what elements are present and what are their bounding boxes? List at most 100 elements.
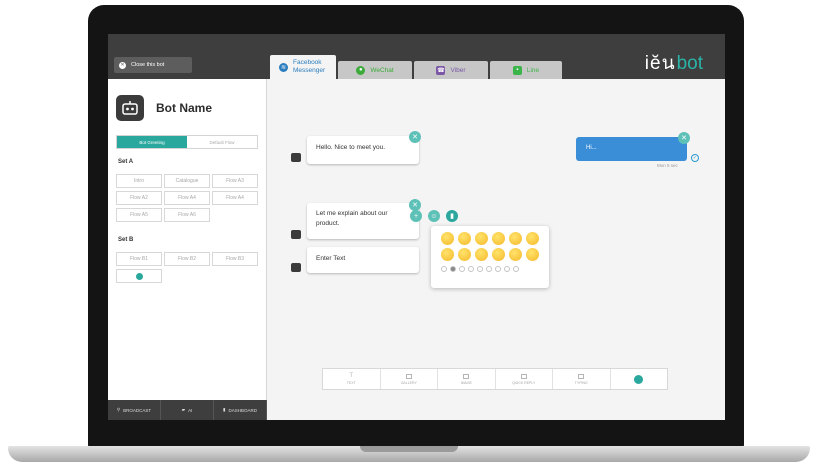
- messenger-icon: ≋: [279, 62, 288, 72]
- flow-button[interactable]: Flow A3: [212, 174, 258, 188]
- plus-icon: [135, 272, 143, 280]
- input-placeholder: Enter Text: [316, 255, 346, 262]
- emoji-joy-icon[interactable]: [492, 232, 505, 245]
- sidebar-bottom-nav: ⚲ BROADCAST ▰ AI ▮ DASHBOARD: [108, 400, 267, 420]
- nav-label: DASHBOARD: [228, 407, 257, 413]
- clock-icon[interactable]: [441, 266, 447, 272]
- tab-wechat[interactable]: ● WeChat: [338, 61, 412, 79]
- emoji-sunglasses-icon[interactable]: [526, 248, 539, 261]
- bot-message-bubble[interactable]: Let me explain about our product.: [307, 203, 419, 239]
- tab-viber[interactable]: ☎ Viber: [414, 61, 488, 79]
- tab-label: Viber: [450, 66, 466, 74]
- tool-quick-reply[interactable]: QUICK REPLY: [496, 369, 553, 389]
- chat-icon: ▰: [181, 407, 186, 412]
- animal-category-icon[interactable]: [459, 266, 465, 272]
- gallery-icon: [405, 373, 412, 379]
- flow-button[interactable]: Intro: [116, 174, 162, 188]
- close-bot-button[interactable]: ✕ Close this bot: [114, 57, 192, 73]
- bot-name: Bot Name: [156, 101, 213, 115]
- flag-category-icon[interactable]: [513, 266, 519, 272]
- emoji-row: [441, 248, 539, 261]
- emoji-sweat-icon[interactable]: [509, 232, 522, 245]
- tab-label: Line: [526, 66, 540, 74]
- emoji-laugh-icon[interactable]: [475, 232, 488, 245]
- emoji-blush-icon[interactable]: [441, 248, 454, 261]
- segment-bot-greeting[interactable]: Bot Greeting: [117, 136, 187, 148]
- nav-broadcast[interactable]: ⚲ BROADCAST: [108, 400, 161, 420]
- tool-add[interactable]: [611, 369, 668, 389]
- emoji-wink-icon[interactable]: [475, 248, 488, 261]
- tool-label: QUICK REPLY: [512, 380, 536, 385]
- tab-line[interactable]: ▪ Line: [490, 61, 562, 79]
- smiley-category-icon[interactable]: [450, 266, 456, 272]
- flow-button[interactable]: Flow A4: [164, 191, 210, 205]
- tool-label: TYPING: [574, 380, 588, 385]
- robot-icon: [291, 230, 301, 239]
- bot-message-bubble[interactable]: Hello. Nice to meet you.: [307, 136, 419, 164]
- tool-label: GALLERY: [400, 380, 417, 385]
- symbol-category-icon[interactable]: [504, 266, 510, 272]
- remove-message-button[interactable]: ✕: [678, 132, 690, 144]
- tool-text[interactable]: T TEXT: [323, 369, 381, 389]
- emoji-heart-eyes-icon[interactable]: [492, 248, 505, 261]
- robot-icon: [291, 263, 301, 272]
- logo-suffix: bot: [676, 53, 703, 74]
- flow-segment-control: Bot Greeting Default Flow: [116, 135, 258, 149]
- sport-category-icon[interactable]: [477, 266, 483, 272]
- flow-button[interactable]: Catalogue: [164, 174, 210, 188]
- flow-button[interactable]: Flow B3: [212, 252, 258, 266]
- emoji-button[interactable]: ☺: [428, 210, 440, 222]
- tool-typing[interactable]: TYPING: [553, 369, 611, 389]
- emoji-kiss-icon[interactable]: [509, 248, 522, 261]
- tool-gallery[interactable]: GALLERY: [381, 369, 438, 389]
- flow-button[interactable]: Flow A6: [164, 208, 210, 222]
- message-input[interactable]: Enter Text: [307, 247, 419, 273]
- close-icon: ✕: [119, 61, 126, 69]
- add-button[interactable]: +: [410, 210, 422, 222]
- flow-button[interactable]: Flow B2: [164, 252, 210, 266]
- nav-label: AI: [188, 407, 193, 413]
- user-message-text: Hi...: [586, 145, 597, 151]
- plus-icon: [634, 374, 644, 384]
- quick-reply-icon: [520, 373, 527, 379]
- set-a-label: Set A: [118, 159, 134, 165]
- top-bar: ✕ Close this bot iĕน bot ≋ Facebook Mess…: [108, 34, 725, 79]
- emoji-happy-icon[interactable]: [458, 248, 471, 261]
- message-time: Mon 5 sec: [657, 163, 678, 168]
- emoji-cool-icon[interactable]: [526, 232, 539, 245]
- delete-icon[interactable]: ▮: [446, 210, 458, 222]
- input-tools: + ☺ ▮: [410, 210, 458, 222]
- flow-button[interactable]: Flow A5: [116, 208, 162, 222]
- emoji-smile-icon[interactable]: [441, 232, 454, 245]
- segment-default-flow[interactable]: Default Flow: [187, 136, 257, 148]
- flow-button[interactable]: Flow A2: [116, 191, 162, 205]
- tab-label: WeChat: [370, 66, 394, 74]
- remove-message-button[interactable]: ✕: [409, 131, 421, 143]
- emoji-picker: [431, 226, 549, 288]
- tab-label: Facebook Messenger: [293, 59, 326, 74]
- flow-button[interactable]: Flow A4: [212, 191, 258, 205]
- emoji-categories: [441, 266, 539, 272]
- food-category-icon[interactable]: [468, 266, 474, 272]
- travel-category-icon[interactable]: [486, 266, 492, 272]
- flow-button[interactable]: Flow B1: [116, 252, 162, 266]
- check-icon: ✓: [691, 154, 699, 162]
- emoji-grin-icon[interactable]: [458, 232, 471, 245]
- add-flow-button[interactable]: [116, 269, 162, 283]
- close-bot-label: Close this bot: [131, 62, 165, 68]
- viber-icon: ☎: [436, 65, 446, 75]
- set-a-flows: Intro Catalogue Flow A3 Flow A2 Flow A4 …: [116, 174, 258, 222]
- channel-tabs: ≋ Facebook Messenger ● WeChat ☎ Viber ▪ …: [270, 55, 564, 79]
- app-screen: ✕ Close this bot iĕน bot ≋ Facebook Mess…: [108, 34, 725, 420]
- nav-ai[interactable]: ▰ AI: [161, 400, 214, 420]
- object-category-icon[interactable]: [495, 266, 501, 272]
- typing-icon: [578, 373, 585, 379]
- user-message-bubble[interactable]: Hi...: [576, 137, 687, 161]
- tool-label: IMAGE: [460, 380, 472, 385]
- tab-facebook-messenger[interactable]: ≋ Facebook Messenger: [270, 55, 336, 79]
- nav-dashboard[interactable]: ▮ DASHBOARD: [214, 400, 267, 420]
- bot-header: Bot Name: [116, 95, 212, 121]
- sidebar: Bot Name Bot Greeting Default Flow Set A…: [108, 79, 267, 420]
- nav-label: BROADCAST: [123, 407, 152, 413]
- tool-image[interactable]: IMAGE: [438, 369, 496, 389]
